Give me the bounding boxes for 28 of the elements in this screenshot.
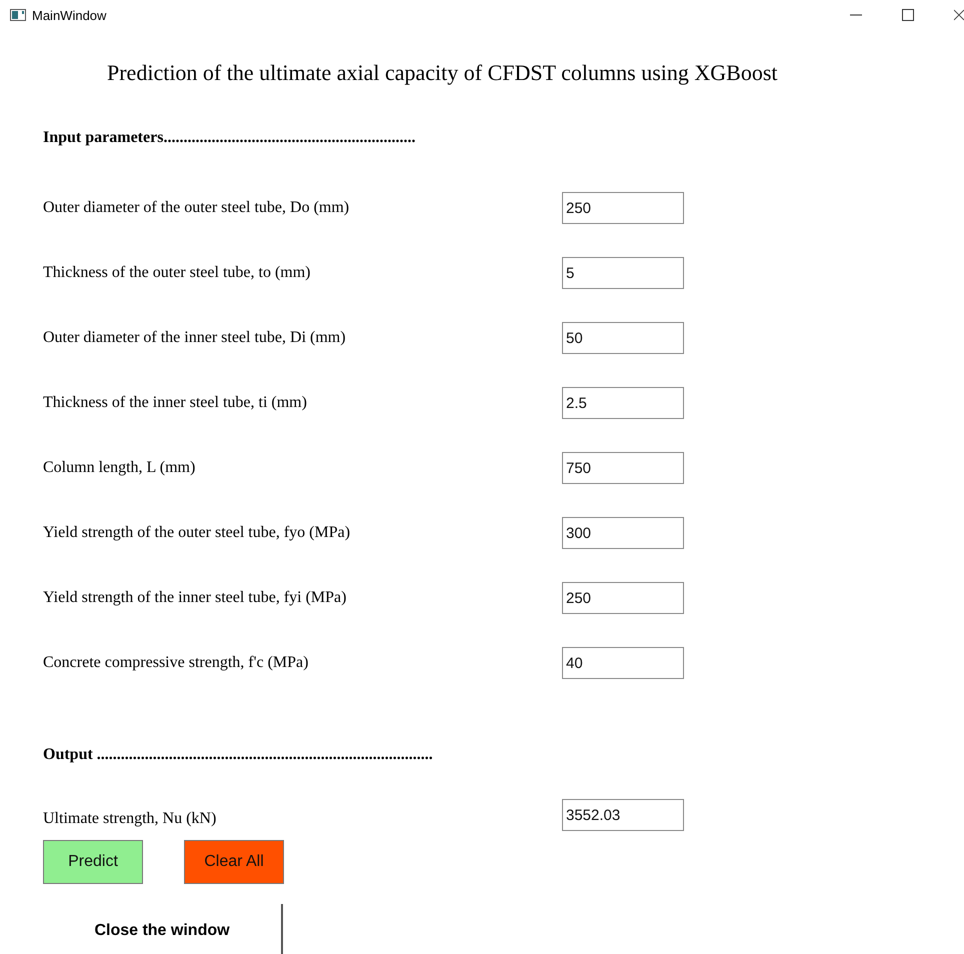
app-icon <box>10 9 26 21</box>
field-label: Thickness of the inner steel tube, ti (mm) <box>43 394 308 412</box>
field-label: Outer diameter of the outer steel tube, Do (mm) <box>43 199 350 217</box>
maximize-icon[interactable] <box>902 9 914 21</box>
window-title: MainWindow <box>32 8 106 22</box>
input-field[interactable]: 50 <box>562 322 684 354</box>
field-label: Concrete compressive strength, f'c (MPa) <box>43 654 310 672</box>
field-label: Ultimate strength, Nu (kN) <box>43 810 218 828</box>
close-icon[interactable] <box>954 9 964 21</box>
output-field[interactable]: 3552.03 <box>562 799 684 831</box>
minimize-icon[interactable] <box>850 14 862 16</box>
form-heading: Prediction of the ultimate axial capacity of CFDST columns using XGBoost <box>107 59 779 87</box>
input-field[interactable]: 40 <box>562 647 684 679</box>
clear-button[interactable]: Clear All <box>184 840 284 884</box>
input-field[interactable]: 750 <box>562 452 684 484</box>
input-field[interactable]: 5 <box>562 257 684 289</box>
field-label: Thickness of the outer steel tube, to (mm) <box>43 264 312 282</box>
predict-button[interactable]: Predict <box>43 840 143 884</box>
input-field[interactable]: 250 <box>562 192 684 224</box>
field-label: Column length, L (mm) <box>43 459 196 477</box>
input-field[interactable]: 250 <box>562 582 684 614</box>
input-field[interactable]: 300 <box>562 517 684 549</box>
field-label: Yield strength of the inner steel tube, fyi (MPa) <box>43 589 348 607</box>
section-title: Input parameters............................................................... <box>43 128 416 148</box>
field-label: Outer diameter of the inner steel tube, Di (mm) <box>43 329 347 347</box>
field-label: Yield strength of the outer steel tube, fyo (MPa) <box>43 524 352 542</box>
input-field[interactable]: 2.5 <box>562 387 684 419</box>
section-title: Output .................................................................................... <box>43 745 434 765</box>
